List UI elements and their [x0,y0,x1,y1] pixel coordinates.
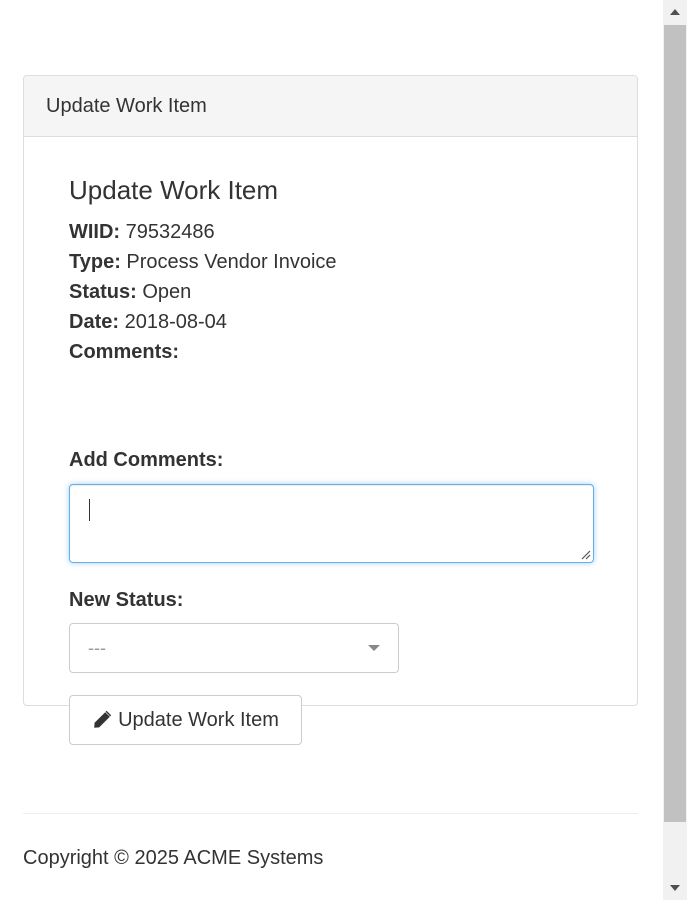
vertical-scrollbar[interactable] [663,0,687,900]
scroll-down-arrow-icon [670,885,680,891]
scroll-up-button[interactable] [663,0,687,24]
type-label: Type: [69,251,121,273]
status-value: Open [142,281,192,303]
comments-label: Comments: [69,341,180,363]
chevron-down-icon [368,645,380,651]
type-line: Type: Process Vendor Invoice [69,251,337,274]
wiid-label: WIID: [69,221,121,243]
browser-viewport: Update Work Item Update Work Item WIID: … [0,0,687,900]
wiid-value: 79532486 [125,221,215,243]
resize-grip-icon[interactable] [579,548,591,560]
scroll-down-button[interactable] [663,876,687,900]
add-comments-label: Add Comments: [69,449,224,471]
status-line: Status: Open [69,281,191,304]
update-work-item-button[interactable]: Update Work Item [69,695,302,745]
date-label: Date: [69,311,120,333]
new-status-selected-value: --- [88,638,106,658]
footer-copyright: Copyright © 2025 ACME Systems [23,847,324,869]
update-work-item-panel: Update Work Item Update Work Item WIID: … [23,75,638,745]
work-item-title: Update Work Item [69,175,279,205]
scroll-up-arrow-icon [670,9,680,15]
comments-line: Comments: [69,341,179,364]
footer-divider [23,813,638,814]
type-value: Process Vendor Invoice [126,251,337,273]
page-content: Update Work Item Update Work Item WIID: … [0,0,663,900]
add-comments-textarea[interactable] [69,484,594,563]
new-status-select[interactable]: --- [69,623,399,673]
panel-heading: Update Work Item [24,76,637,137]
wiid-line: WIID: 79532486 [69,221,215,244]
status-label: Status: [69,281,137,303]
date-line: Date: 2018-08-04 [69,311,227,334]
scrollbar-thumb[interactable] [664,25,686,822]
text-caret [89,499,90,521]
date-value: 2018-08-04 [124,311,227,333]
pencil-icon [94,710,112,728]
update-work-item-button-label: Update Work Item [118,708,279,731]
new-status-label: New Status: [69,589,184,611]
